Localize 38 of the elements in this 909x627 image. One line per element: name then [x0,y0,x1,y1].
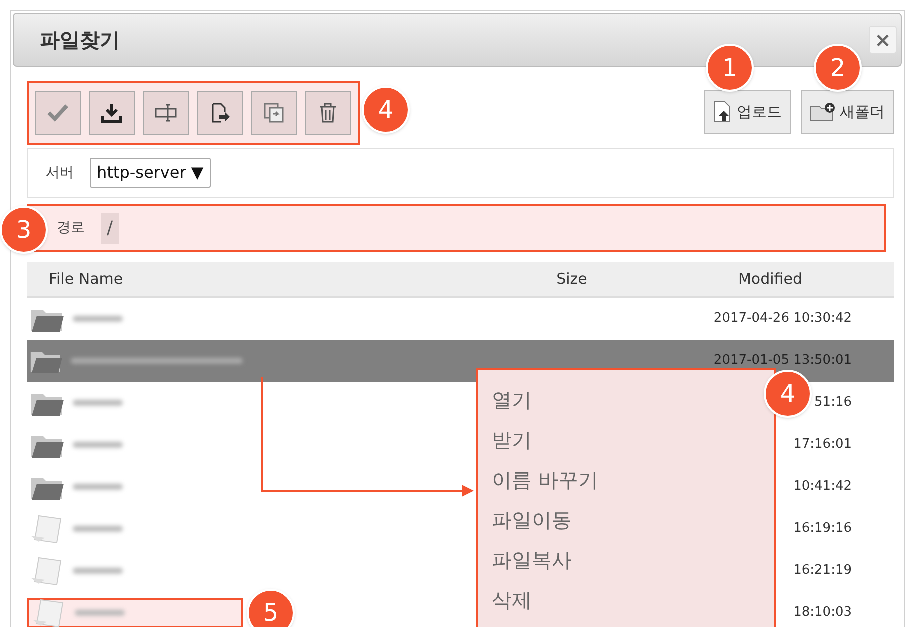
blurred-filename [73,442,123,448]
modified-date: 17:16:01 [794,436,852,454]
toolbar-button[interactable] [305,91,351,135]
toolbar-button[interactable] [89,91,135,135]
trash-icon [318,102,338,124]
text-field-icon [154,103,178,123]
modified-date: 2017-01-05 13:50:01 [714,352,852,370]
modified-date: 18:10:03 [794,604,852,622]
blurred-filename [73,526,123,532]
file-upload-icon [713,101,733,123]
toolbar-button[interactable] [143,91,189,135]
check-icon [47,104,69,122]
server-label: 서버 [46,164,74,182]
close-button[interactable]: × [869,26,897,54]
blurred-filename [73,568,123,574]
column-header: Size [556,268,588,290]
download-icon [101,102,123,124]
blurred-filename [75,610,125,616]
new-folder-icon [810,102,836,122]
modified-date: 10:41:42 [794,478,852,496]
path-label: 경로 [57,218,85,238]
copy-icon [263,102,285,124]
modified-date: 16:21:19 [794,562,852,580]
path-value: / [101,212,120,244]
toolbar-action-button[interactable]: 새폴더 [801,90,894,134]
modified-date: 2017-04-26 10:30:42 [714,310,852,328]
column-header: File Name [48,268,124,290]
callout-number: 5 [247,589,295,627]
server-dropdown[interactable]: http-server ▼ [90,158,211,188]
column-header: Modified [737,268,804,290]
toolbar-action-button[interactable]: 업로드 [704,90,791,134]
blurred-filename [73,484,123,490]
modified-date: 51:16 [814,394,852,412]
modified-date: 16:19:16 [794,520,852,538]
toolbar-button[interactable] [197,91,243,135]
blurred-filename [73,400,123,406]
blurred-filename [73,316,123,322]
window-title: 파일찾기 [40,27,120,54]
